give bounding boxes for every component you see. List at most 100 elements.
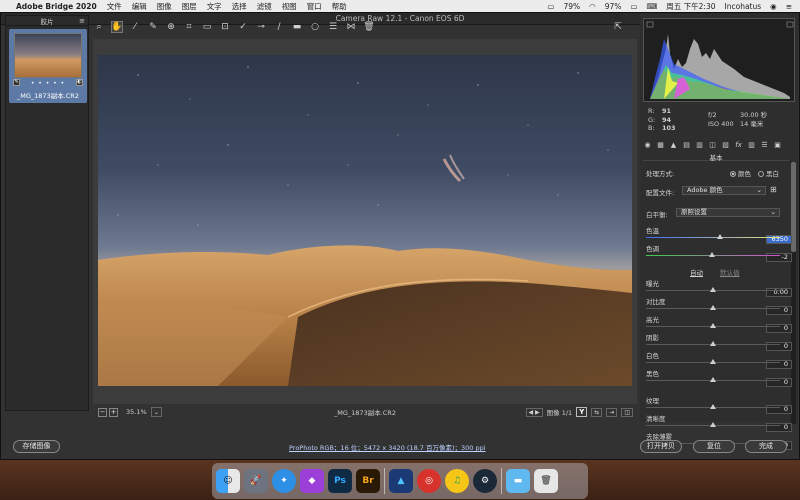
qq-music-icon[interactable]: ♫ [445, 469, 469, 493]
slider-knob[interactable] [710, 323, 716, 328]
menu-edit[interactable]: 编辑 [132, 1, 147, 12]
tab-split-toning-icon[interactable]: ▥ [695, 141, 704, 149]
affinity-photo-icon[interactable]: ◆ [300, 469, 324, 493]
slider-knob[interactable] [710, 341, 716, 346]
launchpad-icon[interactable]: 🚀 [244, 469, 268, 493]
straighten-tool-icon[interactable]: ▭ [201, 21, 213, 33]
trash-icon[interactable]: 🗑 [534, 469, 558, 493]
done-button[interactable]: 完成 [745, 440, 787, 453]
battery-percent[interactable]: 97% [605, 2, 622, 11]
photoshop-icon[interactable]: Ps [328, 469, 352, 493]
prev-next-icon[interactable]: ◀ ▶ [525, 407, 543, 417]
preferences-icon[interactable]: ☰ [327, 21, 339, 33]
preview-area[interactable] [93, 39, 637, 404]
menu-select[interactable]: 选择 [232, 1, 247, 12]
adjustment-brush-icon[interactable]: ∕ [273, 21, 285, 33]
red-eye-icon[interactable]: ⊸ [255, 21, 267, 33]
user-name[interactable]: Incohatus [725, 2, 762, 11]
treatment-bw-option[interactable]: 黑白 [758, 168, 779, 178]
tab-effects-icon[interactable]: ▧ [721, 141, 730, 149]
menu-file[interactable]: 文件 [107, 1, 122, 12]
toggle-icon[interactable]: ◫ [621, 407, 633, 417]
siri-icon[interactable]: ◉ [770, 2, 777, 11]
menu-layer[interactable]: 图层 [182, 1, 197, 12]
wifi-icon[interactable]: ◠ [589, 2, 596, 11]
bridge-icon[interactable]: Br [356, 469, 380, 493]
radio-color[interactable] [730, 171, 736, 177]
battery-status[interactable]: 79% [563, 2, 580, 11]
display-icon[interactable]: ▭ [547, 2, 554, 11]
rating-stars[interactable]: • • • • • [9, 80, 87, 87]
radio-bw[interactable] [758, 171, 764, 177]
transform-tool-icon[interactable]: ⊡ [219, 21, 231, 33]
tab-lens-icon[interactable]: ◫ [708, 141, 717, 149]
auto-link[interactable]: 自动 [690, 267, 703, 277]
spot-removal-icon[interactable]: ✓ [237, 21, 249, 33]
slider-knob[interactable] [710, 404, 716, 409]
slider-knob[interactable] [710, 305, 716, 310]
before-after-y-icon[interactable]: Y [576, 407, 588, 417]
tab-detail-icon[interactable]: ▲ [669, 141, 678, 149]
finder-icon[interactable]: ☺ [216, 469, 240, 493]
open-copy-button[interactable]: 打开拷贝 [640, 440, 682, 453]
zoom-tool-icon[interactable]: ⌕ [93, 21, 105, 33]
tab-hsl-icon[interactable]: ▤ [682, 141, 691, 149]
white-balance-tool-icon[interactable]: ⁄ [129, 21, 141, 33]
trash-tool-icon[interactable]: 🗑 [363, 21, 375, 33]
notification-icon[interactable]: ≡ [786, 2, 792, 11]
profile-browser-icon[interactable]: ⊞ [770, 185, 777, 194]
histogram[interactable] [643, 18, 795, 102]
menu-help[interactable]: 帮助 [332, 1, 347, 12]
swap-icon[interactable]: ⇆ [591, 407, 603, 417]
tab-presets-icon[interactable]: ☰ [760, 141, 769, 149]
tab-calibration-icon[interactable]: ▥ [747, 141, 756, 149]
default-link[interactable]: 默认值 [720, 267, 740, 277]
workflow-options-link[interactable]: ProPhoto RGB；16 位；5472 x 3420 (18.7 百万像素… [289, 442, 486, 452]
temp-slider-knob[interactable] [716, 234, 723, 239]
slider-knob[interactable] [710, 377, 716, 382]
app-menu[interactable]: Adobe Bridge 2020 [16, 2, 97, 11]
chevron-down-icon: ⌄ [770, 208, 776, 216]
treatment-color-option[interactable]: 颜色 [730, 168, 751, 178]
tint-slider-knob[interactable] [708, 252, 715, 257]
temp-slider-track[interactable] [646, 237, 780, 238]
tab-snapshots-icon[interactable]: ▣ [773, 141, 782, 149]
battery-icon[interactable]: ▭ [630, 2, 637, 11]
folder-icon[interactable]: ▬ [506, 469, 530, 493]
tab-basic-icon[interactable]: ◉ [643, 141, 652, 149]
save-image-button[interactable]: 存储图像 [13, 440, 60, 453]
profile-select[interactable]: Adobe 颜色 ⌄ [682, 186, 766, 195]
graduated-filter-icon[interactable]: ▬ [291, 21, 303, 33]
affinity-designer-icon[interactable]: ▲ [389, 469, 413, 493]
filmstrip-thumbnail[interactable]: ✎ ◐ • • • • • _MG_1873副本.CR2 [9, 29, 87, 103]
rotate-icon[interactable]: ⋈ [345, 21, 357, 33]
filmstrip-menu-icon[interactable]: ≡ [79, 17, 85, 25]
wb-select[interactable]: 原照设置 ⌄ [676, 208, 780, 217]
preview-image[interactable] [98, 55, 632, 386]
menu-image[interactable]: 图像 [157, 1, 172, 12]
slider-label: 对比度 [646, 298, 666, 306]
copy-settings-icon[interactable]: ⇥ [606, 407, 618, 417]
tab-fx-icon[interactable]: fx [734, 141, 743, 149]
fullscreen-icon[interactable]: ⇱ [612, 21, 624, 33]
menu-view[interactable]: 视图 [282, 1, 297, 12]
steam-icon[interactable]: ⚙ [473, 469, 497, 493]
radial-filter-icon[interactable]: ○ [309, 21, 321, 33]
netease-music-icon[interactable]: ◎ [417, 469, 441, 493]
aperture: f/2 [708, 111, 717, 119]
input-icon[interactable]: ⌨ [646, 2, 657, 11]
slider-knob[interactable] [710, 287, 716, 292]
slider-knob[interactable] [710, 359, 716, 364]
safari-icon[interactable]: ✦ [272, 469, 296, 493]
menu-type[interactable]: 文字 [207, 1, 222, 12]
tab-tone-curve-icon[interactable]: ▦ [656, 141, 665, 149]
slider-knob[interactable] [710, 422, 716, 427]
crop-tool-icon[interactable]: ⌗ [183, 21, 195, 33]
menu-window[interactable]: 窗口 [307, 1, 322, 12]
clock[interactable]: 周五 下午2:30 [666, 1, 715, 12]
reset-button[interactable]: 复位 [693, 440, 735, 453]
color-sampler-tool-icon[interactable]: ✎ [147, 21, 159, 33]
menu-filter[interactable]: 滤镜 [257, 1, 272, 12]
targeted-adjustment-icon[interactable]: ⊕ [165, 21, 177, 33]
hand-tool-icon[interactable]: ✋ [111, 21, 123, 33]
